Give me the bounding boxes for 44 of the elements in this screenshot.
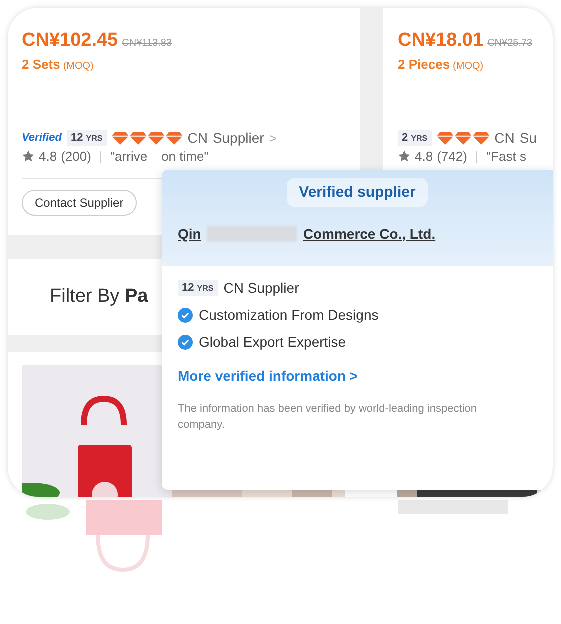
original-price: CN¥113.83 [122,38,172,49]
review-quote: "Fast s [486,149,526,164]
company-name[interactable]: Qin [178,226,202,242]
original-price: CN¥25.73 [488,38,533,49]
rating: 4.8 [415,149,434,164]
supplier-type: Su [520,130,537,146]
rating: 4.8 [39,149,58,164]
star-icon [398,150,411,163]
diamond-icon [454,132,472,144]
feature: Global Export Expertise [199,334,346,350]
origin: CN [188,130,208,146]
diamond-icon [112,132,129,144]
years-badge: 12 YRS [178,280,218,296]
origin: CN [494,130,515,146]
moq-quantity: 2 Sets [22,57,60,72]
supplier-type: CN Supplier [224,280,300,296]
feature: Customization From Designs [199,307,379,323]
review-quote: "arrive [110,149,148,164]
diamond-icon [472,132,490,144]
review-count: (742) [437,149,468,164]
diamond-icon [436,132,454,144]
years-badge: 2 YRS [398,130,432,146]
supplier-type: Supplier [212,130,264,146]
contact-supplier-button[interactable]: Contact Supplier [22,190,137,216]
company-name[interactable]: Commerce Co., Ltd. [303,226,436,242]
popover-title: Verified supplier [287,178,428,207]
price: CN¥18.01 [398,30,484,52]
check-badge-icon [178,334,193,350]
years-badge: 12 YRS [66,130,107,146]
review-quote: on time" [162,149,209,164]
moq-quantity: 2 Pieces [398,57,450,72]
star-icon [22,150,35,163]
filter-label: Filter By Pa [50,286,148,308]
more-info-link[interactable]: More verified information > [178,368,537,384]
diamond-icon [130,132,147,144]
check-badge-icon [178,308,193,322]
review-count: (200) [61,149,92,164]
verified-label: Verified [22,132,62,144]
price: CN¥102.45 [22,30,118,52]
moq-label: (MOQ) [453,61,484,72]
diamond-icon [148,132,165,144]
moq-label: (MOQ) [63,61,94,72]
verification-note: The information has been verified by world-leading inspection company. [178,402,478,433]
diamond-icon [166,132,183,144]
